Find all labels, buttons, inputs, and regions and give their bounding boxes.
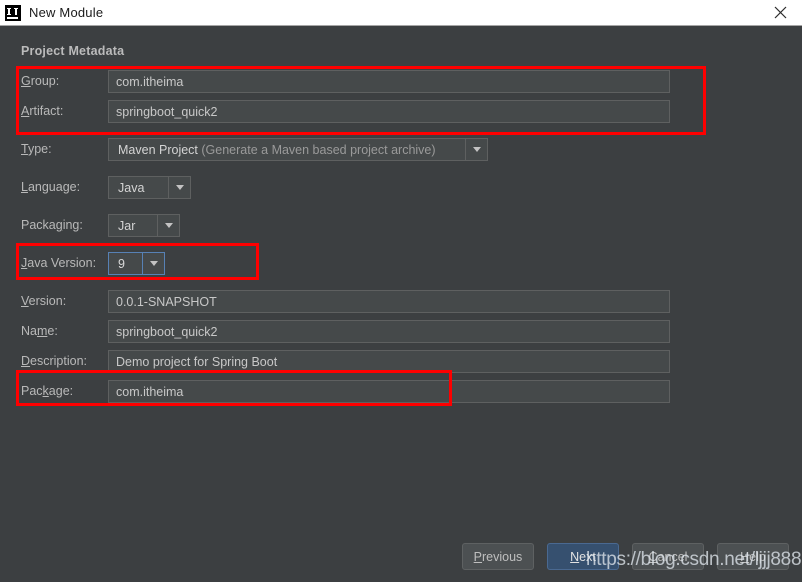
form-row-description: Description: Demo project for Spring Boo… xyxy=(0,350,802,374)
chevron-down-icon xyxy=(168,177,190,198)
name-label: Name: xyxy=(21,324,58,338)
dialog-content: Project Metadata Group: com.itheima Arti… xyxy=(0,26,802,582)
previous-button[interactable]: Previous xyxy=(462,543,534,570)
form-row-name: Name: springboot_quick2 xyxy=(0,320,802,344)
description-label: Description: xyxy=(21,354,87,368)
project-metadata-form: Group: com.itheima Artifact: springboot_… xyxy=(0,70,802,410)
chevron-down-icon xyxy=(465,139,487,160)
window-title: New Module xyxy=(29,5,103,20)
cancel-button[interactable]: Cancel xyxy=(632,543,704,570)
version-input[interactable]: 0.0.1-SNAPSHOT xyxy=(108,290,670,313)
java-version-label: Java Version: xyxy=(21,256,96,270)
group-input[interactable]: com.itheima xyxy=(108,70,670,93)
form-row-packaging: Packaging: Jar xyxy=(0,214,802,238)
chevron-down-icon xyxy=(142,253,164,274)
form-row-artifact: Artifact: springboot_quick2 xyxy=(0,100,802,124)
dialog-button-bar: Previous Next Cancel Help xyxy=(0,543,802,573)
artifact-label: Artifact: xyxy=(21,104,63,118)
language-select-value: Java xyxy=(109,177,168,198)
type-label: Type: xyxy=(21,142,52,156)
intellij-idea-icon xyxy=(5,5,21,21)
form-row-java-version: Java Version: 9 xyxy=(0,252,802,276)
type-select-value: Maven Project (Generate a Maven based pr… xyxy=(109,139,465,160)
form-row-language: Language: Java xyxy=(0,176,802,200)
version-label: Version: xyxy=(21,294,66,308)
form-row-type: Type: Maven Project (Generate a Maven ba… xyxy=(0,138,802,162)
java-version-select[interactable]: 9 xyxy=(108,252,165,275)
java-version-select-value: 9 xyxy=(109,253,142,274)
close-icon[interactable] xyxy=(758,0,802,25)
package-input[interactable]: com.itheima xyxy=(108,380,670,403)
artifact-input[interactable]: springboot_quick2 xyxy=(108,100,670,123)
form-row-version: Version: 0.0.1-SNAPSHOT xyxy=(0,290,802,314)
description-input[interactable]: Demo project for Spring Boot xyxy=(108,350,670,373)
next-button[interactable]: Next xyxy=(547,543,619,570)
group-label: Group: xyxy=(21,74,59,88)
page-title: Project Metadata xyxy=(21,44,124,58)
language-label: Language: xyxy=(21,180,80,194)
name-input[interactable]: springboot_quick2 xyxy=(108,320,670,343)
packaging-label: Packaging: xyxy=(21,218,83,232)
form-row-package: Package: com.itheima xyxy=(0,380,802,404)
language-select[interactable]: Java xyxy=(108,176,191,199)
new-module-dialog: New Module Project Metadata Group: com.i… xyxy=(0,0,802,582)
help-button[interactable]: Help xyxy=(717,543,789,570)
window-titlebar: New Module xyxy=(0,0,802,26)
type-select[interactable]: Maven Project (Generate a Maven based pr… xyxy=(108,138,488,161)
packaging-select-value: Jar xyxy=(109,215,157,236)
packaging-select[interactable]: Jar xyxy=(108,214,180,237)
package-label: Package: xyxy=(21,384,73,398)
form-row-group: Group: com.itheima xyxy=(0,70,802,94)
chevron-down-icon xyxy=(157,215,179,236)
